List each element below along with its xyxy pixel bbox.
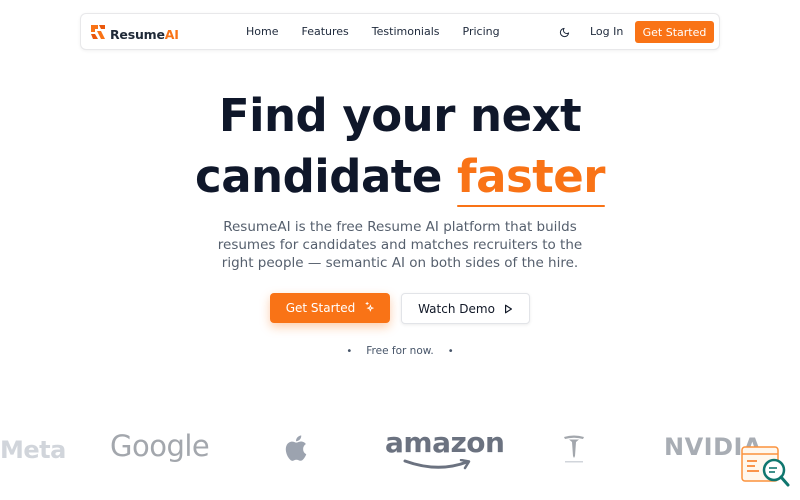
nav-get-started-button[interactable]: Get Started [635,21,714,43]
nav-link-testimonials[interactable]: Testimonials [372,25,440,38]
watch-demo-label: Watch Demo [418,301,495,316]
theme-toggle-button[interactable] [556,24,572,40]
amazon-smile-icon [403,459,471,470]
nav-link-home[interactable]: Home [246,25,278,38]
hero-subtitle: ResumeAI is the free Resume AI platform … [217,219,583,271]
nav-links: Home Features Testimonials Pricing [246,25,523,38]
hero-get-started-button[interactable]: Get Started [270,293,390,323]
partner-logos: Meta Google amazon NVIDIA [0,420,800,480]
resumeai-logo-icon [89,23,107,45]
moon-icon [559,23,570,42]
brand-logo[interactable]: ResumeAI [89,23,179,45]
tesla-logo-icon [563,434,585,468]
bullet-dot-right: • [447,346,454,357]
bullet-dot-left: • [346,346,353,357]
hero-title-line2: candidate faster [0,146,800,207]
login-link[interactable]: Log In [590,25,623,38]
search-document-icon [741,446,791,493]
free-note-text: Free for now. [366,345,434,357]
hero-get-started-label: Get Started [285,301,356,315]
play-icon [504,304,513,314]
watch-demo-button[interactable]: Watch Demo [401,293,530,324]
sparkle-icon [363,301,375,315]
free-note: • Free for now. • [0,345,800,357]
hero-title-plain: candidate [195,150,442,203]
amazon-wordmark: amazon [385,426,505,459]
hero-title-highlight: faster [457,146,605,207]
brand-name: ResumeAI [110,26,179,42]
amazon-logo: amazon [385,426,505,470]
landing-page: ResumeAI Home Features Testimonials Pric… [0,0,800,500]
navbar: ResumeAI Home Features Testimonials Pric… [80,13,720,50]
google-logo: Google [110,429,210,463]
apple-logo-icon [282,433,308,467]
hero-title-line1: Find your next [218,89,582,142]
nav-link-pricing[interactable]: Pricing [463,25,500,38]
search-document-widget[interactable] [741,445,791,489]
nav-link-features[interactable]: Features [301,25,348,38]
meta-logo: Meta [0,436,66,464]
